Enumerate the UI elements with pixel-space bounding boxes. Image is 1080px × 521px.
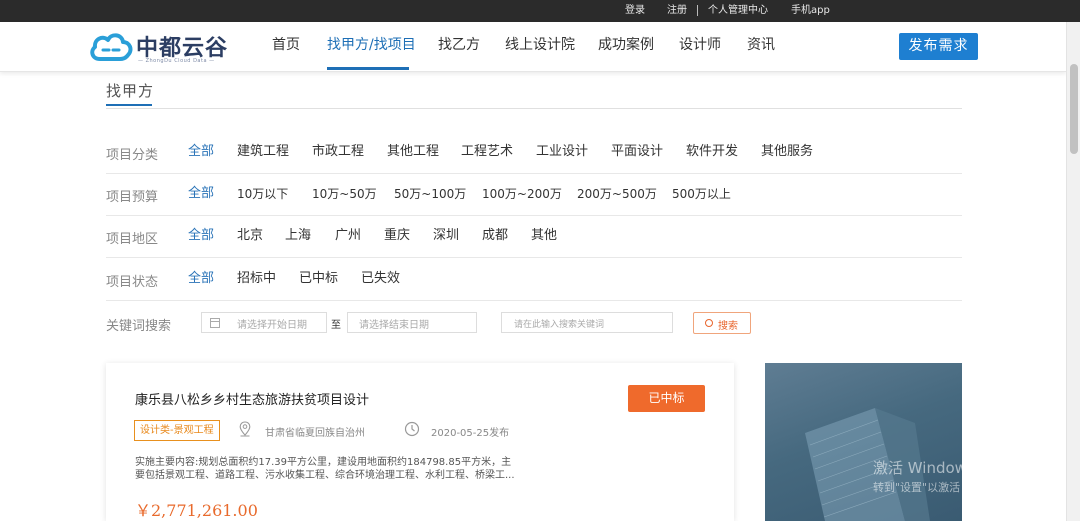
end-date-placeholder: 请选择结束日期 (359, 320, 429, 331)
search-icon (705, 319, 713, 327)
project-category-tag: 设计类-景观工程 (134, 420, 220, 441)
calendar-icon (210, 318, 220, 328)
logo[interactable]: 中都云谷 — ZhongDu Cloud Data — (88, 28, 228, 66)
logo-subtitle: — ZhongDu Cloud Data — (138, 58, 215, 64)
filter-option[interactable]: 其他工程 (387, 143, 439, 161)
nav-online-design[interactable]: 线上设计院 (505, 36, 575, 54)
project-description: 实施主要内容:规划总面积约17.39平方公里，建设用地面积约184798.85平… (135, 457, 515, 481)
nav-cases[interactable]: 成功案例 (598, 36, 654, 54)
filter-option[interactable]: 10万以下 (237, 185, 288, 203)
filter-row-budget: 项目预算 全部 10万以下 10万~50万 50万~100万 100万~200万… (106, 174, 962, 216)
filter-option[interactable]: 重庆 (384, 227, 410, 245)
scrollbar-thumb[interactable] (1070, 64, 1078, 154)
nav-designers[interactable]: 设计师 (679, 36, 721, 54)
filter-label: 关键词搜索 (106, 319, 172, 334)
project-title[interactable]: 康乐县八松乡乡村生态旅游扶贫项目设计 (135, 389, 369, 408)
top-bar: 登录 注册 个人管理中心 手机app (0, 0, 1080, 22)
filter-option[interactable]: 其他服务 (761, 143, 813, 161)
nav-find-client[interactable]: 找甲方/找项目 (327, 36, 416, 54)
project-card[interactable]: 康乐县八松乡乡村生态旅游扶贫项目设计 已中标 设计类-景观工程 甘肃省临夏回族自… (106, 363, 734, 521)
login-link[interactable]: 登录 (625, 4, 645, 18)
section-title: 找甲方 (106, 82, 155, 100)
filter-option[interactable]: 建筑工程 (237, 143, 289, 161)
end-date-field[interactable]: 请选择结束日期 (347, 312, 477, 333)
user-center-link[interactable]: 个人管理中心 (708, 4, 768, 18)
filter-option[interactable]: 工业设计 (536, 143, 588, 161)
search-button-label: 搜索 (718, 321, 738, 332)
filter-row-category: 项目分类 全部 建筑工程 市政工程 其他工程 工程艺术 工业设计 平面设计 软件… (106, 132, 962, 174)
filter-option[interactable]: 已失效 (361, 270, 400, 288)
filter-option[interactable]: 深圳 (433, 227, 459, 245)
section-title-underline (106, 104, 152, 106)
filter-option[interactable]: 软件开发 (686, 143, 738, 161)
location-icon (239, 421, 251, 437)
clock-icon (404, 421, 420, 437)
filter-option[interactable]: 10万~50万 (312, 185, 377, 203)
date-range-separator: 至 (331, 320, 341, 331)
filter-option[interactable]: 广州 (335, 227, 361, 245)
section-divider (106, 108, 962, 109)
active-nav-indicator (327, 67, 409, 70)
filter-label: 项目分类 (106, 148, 159, 163)
filter-option[interactable]: 全部 (188, 185, 214, 203)
start-date-placeholder: 请选择开始日期 (237, 320, 307, 331)
nav-home[interactable]: 首页 (272, 36, 300, 54)
filter-label: 项目预算 (106, 190, 159, 205)
filter-option[interactable]: 200万~500万 (577, 185, 657, 203)
filter-option[interactable]: 500万以上 (672, 185, 731, 203)
project-location: 甘肃省临夏回族自治州 (265, 428, 365, 439)
os-activation-watermark: 激活 Windows (873, 459, 975, 477)
promo-banner-image[interactable] (765, 363, 962, 521)
building-illustration (805, 408, 930, 521)
main-header: 中都云谷 — ZhongDu Cloud Data — 首页 找甲方/找项目 找… (0, 22, 1066, 72)
filter-option[interactable]: 100万~200万 (482, 185, 562, 203)
project-price: ￥2,771,261.00 (135, 501, 258, 520)
start-date-field[interactable]: 请选择开始日期 (201, 312, 327, 333)
filter-option[interactable]: 成都 (482, 227, 508, 245)
filter-option[interactable]: 平面设计 (611, 143, 663, 161)
filter-option[interactable]: 已中标 (299, 270, 338, 288)
keyword-placeholder: 请在此输入搜索关键词 (514, 320, 605, 330)
filter-option[interactable]: 上海 (285, 227, 311, 245)
filter-option[interactable]: 全部 (188, 143, 214, 161)
nav-news[interactable]: 资讯 (747, 36, 775, 54)
mobile-app-link[interactable]: 手机app (791, 4, 830, 18)
filter-label: 项目地区 (106, 232, 159, 247)
filter-option[interactable]: 招标中 (237, 270, 276, 288)
filter-row-status: 项目状态 全部 招标中 已中标 已失效 (106, 259, 962, 301)
keyword-input[interactable]: 请在此输入搜索关键词 (501, 312, 673, 333)
filter-row-region: 项目地区 全部 北京 上海 广州 重庆 深圳 成都 其他 (106, 216, 962, 258)
filter-label: 项目状态 (106, 275, 159, 290)
filter-option[interactable]: 工程艺术 (461, 143, 513, 161)
filter-option[interactable]: 全部 (188, 227, 214, 245)
nav-find-vendor[interactable]: 找乙方 (438, 36, 480, 54)
cloud-logo-icon (90, 33, 133, 61)
divider (697, 5, 698, 16)
os-activation-watermark-sub: 转到"设置"以激活 Windows。 (873, 481, 1024, 494)
filter-option[interactable]: 其他 (531, 227, 557, 245)
register-link[interactable]: 注册 (667, 4, 687, 18)
project-date: 2020-05-25发布 (431, 428, 510, 439)
publish-request-button[interactable]: 发布需求 (899, 33, 978, 60)
filter-option[interactable]: 市政工程 (312, 143, 364, 161)
filter-option[interactable]: 北京 (237, 227, 263, 245)
search-button[interactable]: 搜索 (693, 312, 751, 334)
filter-option[interactable]: 全部 (188, 270, 214, 288)
page-scrollbar[interactable] (1066, 22, 1080, 521)
filter-option[interactable]: 50万~100万 (394, 185, 466, 203)
project-status-badge[interactable]: 已中标 (628, 385, 705, 412)
